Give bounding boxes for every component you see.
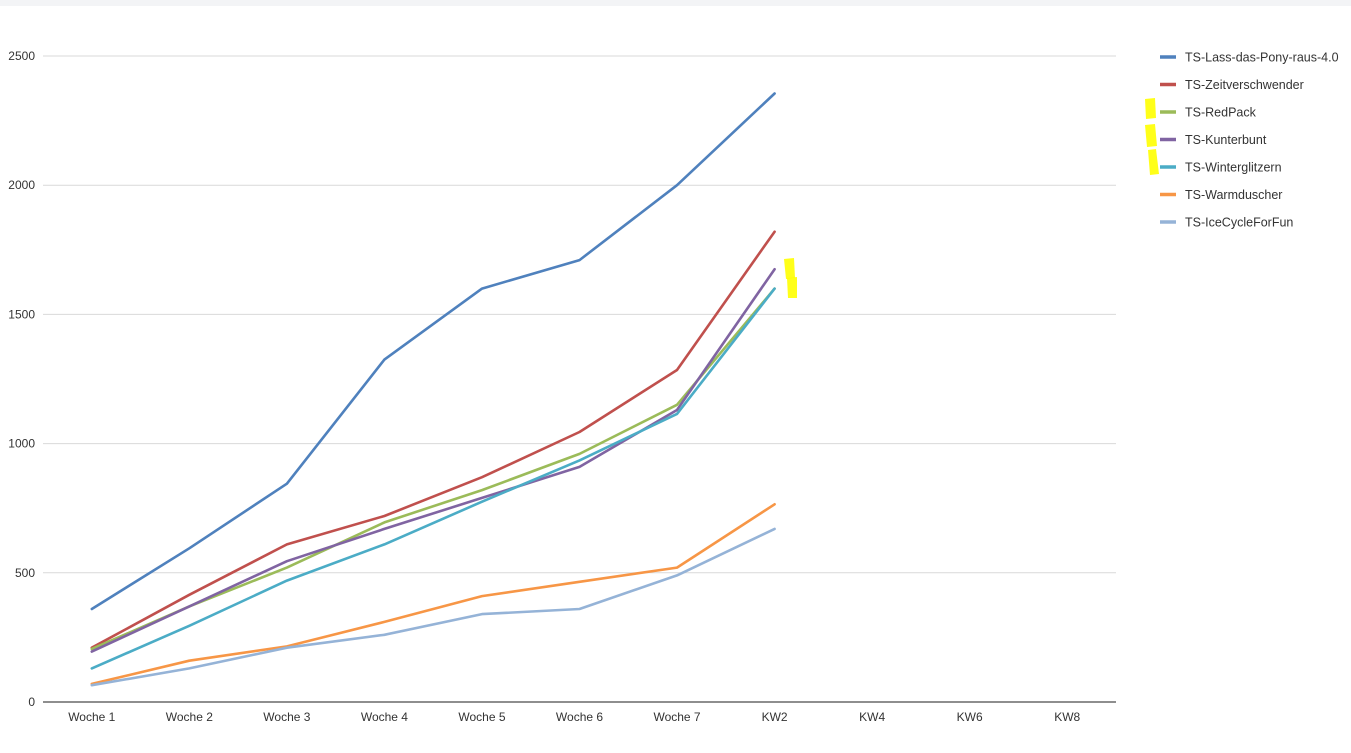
x-tick-label: KW2 [762,710,788,724]
highlighter-mark [1145,124,1157,147]
x-axis-tick-labels: Woche 1 Woche 2 Woche 3 Woche 4 Woche 5 Woche… [68,710,1080,724]
legend-entry-label: TS-Winterglitzern [1185,161,1282,175]
legend-entry-label: TS-Kunterbunt [1185,133,1267,147]
series-line-0 [90,92,776,611]
y-tick-label: 0 [28,695,35,709]
y-tick-label: 2000 [8,178,35,192]
series-line-6 [90,527,776,687]
x-tick-label: KW8 [1054,710,1080,724]
y-tick-label: 1000 [8,437,35,451]
highlighter-mark [1145,98,1156,119]
y-tick-label: 500 [15,566,35,580]
legend-entry-label: TS-Zeitverschwender [1185,78,1304,92]
gridlines [43,55,1116,703]
line-chart: 05001000150020002500 Woche 1 Woche 2 Woche… [8,49,1339,724]
x-tick-label: Woche 2 [166,710,213,724]
y-tick-label: 1500 [8,307,35,321]
highlighter-mark [787,277,797,298]
highlighter-mark [784,258,795,279]
series-line-5 [90,502,776,686]
x-tick-label: Woche 5 [458,710,505,724]
x-tick-label: Woche 4 [361,710,408,724]
legend-entry-label: TS-RedPack [1185,106,1257,120]
legend: TS-Lass-das-Pony-raus-4.0 TS-Zeitverschwe… [1160,51,1339,230]
x-tick-label: KW4 [859,710,885,724]
x-tick-label: KW6 [957,710,983,724]
y-axis-tick-labels: 0 500 1000 1500 2000 2500 [8,49,35,709]
legend-entry-label: TS-IceCycleForFun [1185,216,1293,230]
series-line-4 [90,287,776,670]
series-lines [90,92,776,687]
legend-entry-label: TS-Warmduscher [1185,188,1282,202]
x-tick-label: Woche 7 [653,710,700,724]
x-tick-label: Woche 3 [263,710,310,724]
x-tick-label: Woche 1 [68,710,115,724]
series-line-1 [90,230,776,650]
series-line-2 [90,287,776,651]
legend-entry-label: TS-Lass-das-Pony-raus-4.0 [1185,51,1339,65]
x-tick-label: Woche 6 [556,710,603,724]
y-tick-label: 2500 [8,49,35,63]
highlighter-mark [1148,149,1159,175]
highlighter-marks [784,98,1159,298]
series-line-3 [90,267,776,653]
